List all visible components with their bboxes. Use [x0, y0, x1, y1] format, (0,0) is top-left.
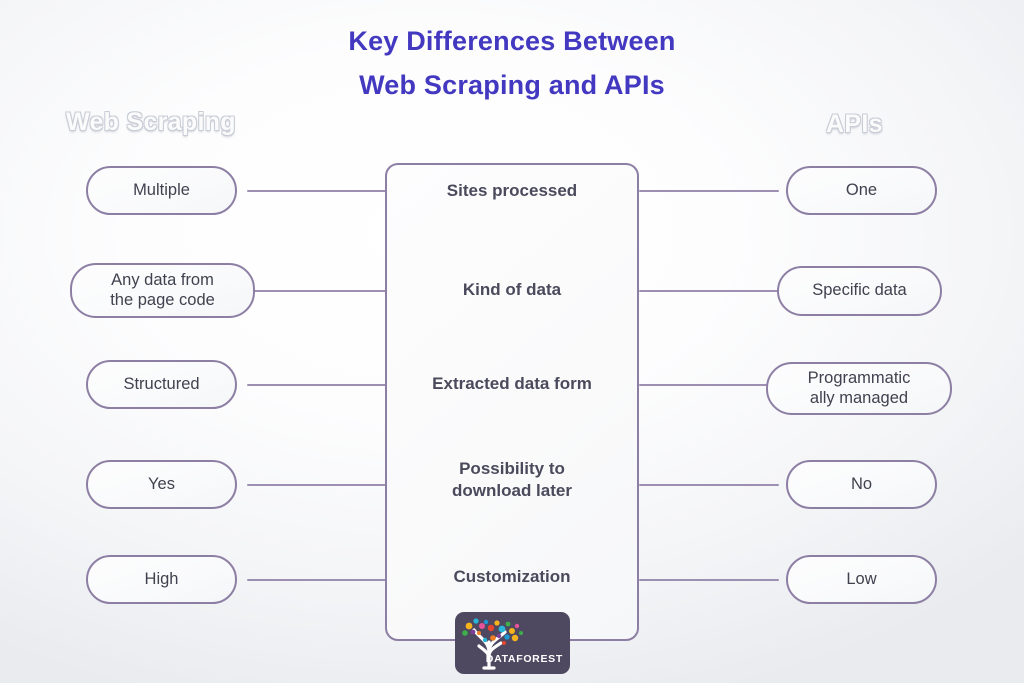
connector-left-2	[247, 290, 387, 292]
infographic-canvas: Key Differences Between Web Scraping and…	[0, 0, 1024, 683]
criterion-label-3: Extracted data form	[432, 374, 592, 393]
pill-web-scraping-1[interactable]: Multiple	[86, 166, 237, 215]
connector-left-4	[247, 484, 387, 486]
connector-right-3	[639, 384, 779, 386]
connector-right-1	[639, 190, 779, 192]
connector-left-1	[247, 190, 387, 192]
pill-apis-1[interactable]: One	[786, 166, 937, 215]
connector-right-5	[639, 579, 779, 581]
pill-web-scraping-5[interactable]: High	[86, 555, 237, 604]
dataforest-logo[interactable]: DATAFOREST	[455, 612, 570, 674]
criterion-label-5: Customization	[453, 567, 571, 586]
connector-right-2	[639, 290, 779, 292]
pill-apis-3[interactable]: Programmatic ally managed	[766, 362, 952, 415]
page-title: Key Differences Between Web Scraping and…	[0, 20, 1024, 107]
pill-web-scraping-2[interactable]: Any data from the page code	[70, 263, 255, 318]
page-title-line-2: Web Scraping and APIs	[359, 69, 665, 100]
pill-web-scraping-3[interactable]: Structured	[86, 360, 237, 409]
criterion-label-2: Kind of data	[462, 280, 562, 299]
connector-right-4	[639, 484, 779, 486]
dataforest-wordmark: DATAFOREST	[485, 653, 563, 665]
pill-apis-4[interactable]: No	[786, 460, 937, 509]
criterion-label-1: Sites processed	[446, 181, 578, 200]
criterion-label-4: Possibility to download later	[452, 459, 572, 500]
pill-apis-2[interactable]: Specific data	[777, 266, 942, 316]
pill-web-scraping-4[interactable]: Yes	[86, 460, 237, 509]
connector-left-3	[247, 384, 387, 386]
column-header-web-scraping: Web Scraping	[66, 108, 236, 136]
pill-apis-5[interactable]: Low	[786, 555, 937, 604]
column-header-apis: APIs	[826, 110, 883, 138]
connector-left-5	[247, 579, 387, 581]
page-title-line-1: Key Differences Between	[348, 26, 676, 56]
